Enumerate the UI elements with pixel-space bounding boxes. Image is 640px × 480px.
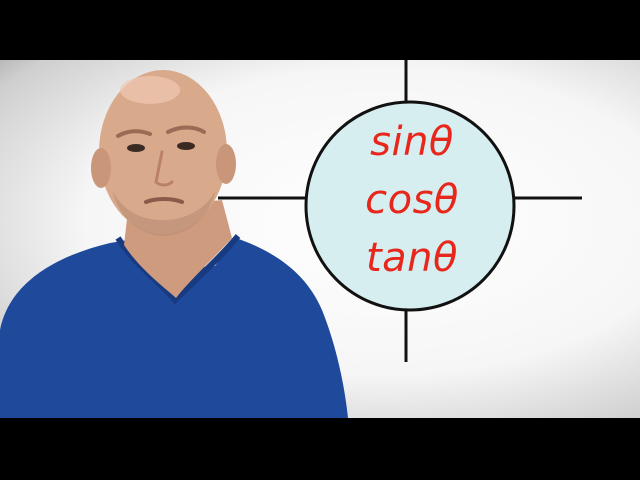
eye-right [177, 142, 195, 150]
person [0, 70, 348, 418]
eye-left [127, 144, 145, 152]
scalp-highlight [120, 76, 180, 104]
formula-sin: sinθ [370, 119, 454, 165]
video-frame: sinθ cosθ tanθ [0, 0, 640, 480]
person-ear-left [91, 148, 111, 188]
formula-tan: tanθ [365, 235, 459, 281]
thumbnail-scene: sinθ cosθ tanθ [0, 60, 640, 418]
formula-cos: cosθ [365, 177, 459, 223]
person-ear-right [216, 144, 236, 184]
